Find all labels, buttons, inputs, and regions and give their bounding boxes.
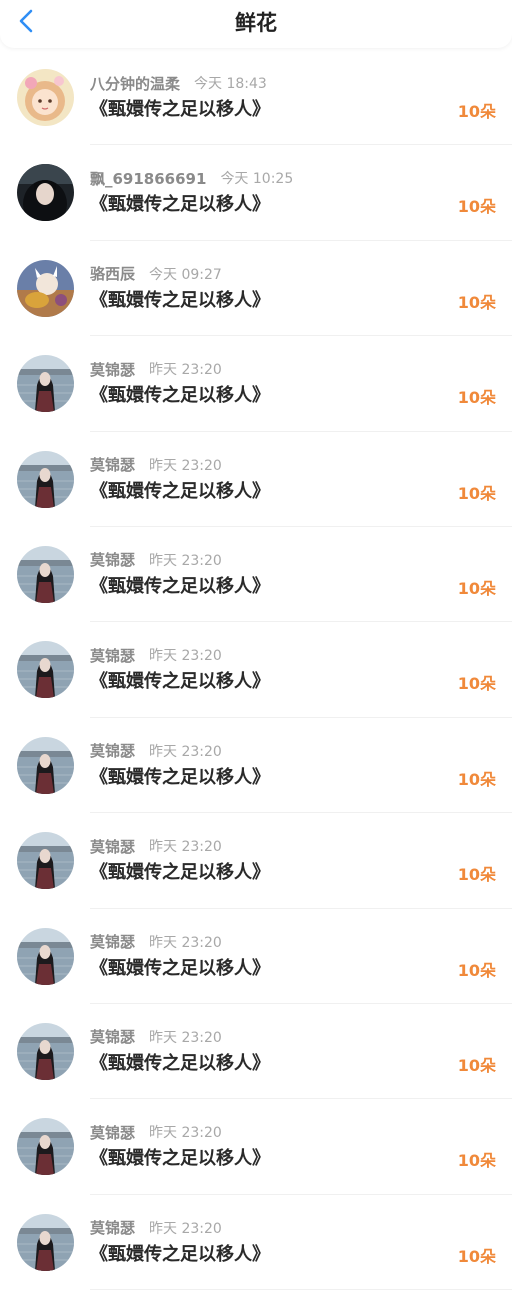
book-title: 《甄嬛传之足以移人》: [90, 289, 270, 311]
flower-count: 10朵: [457, 960, 496, 980]
item-meta: 飘_691866691 今天 10:25: [90, 167, 293, 189]
flower-count: 10朵: [457, 197, 496, 217]
user-name[interactable]: 莫锦瑟: [90, 454, 135, 475]
user-name[interactable]: 莫锦瑟: [90, 931, 135, 952]
user-name[interactable]: 莫锦瑟: [90, 1217, 135, 1238]
avatar[interactable]: [17, 927, 74, 985]
book-title: 《甄嬛传之足以移人》: [90, 1052, 270, 1074]
list-item[interactable]: 莫锦瑟 昨天 23:20 《甄嬛传之足以移人》 10朵: [0, 527, 512, 623]
flower-count: 10朵: [457, 674, 496, 694]
user-name[interactable]: 莫锦瑟: [90, 645, 135, 666]
list-item[interactable]: 莫锦瑟 昨天 23:20 《甄嬛传之足以移人》 10朵: [0, 622, 512, 718]
avatar[interactable]: [17, 164, 74, 222]
timestamp: 昨天 23:20: [149, 1029, 222, 1046]
book-title: 《甄嬛传之足以移人》: [90, 194, 270, 216]
list-item[interactable]: 莫锦瑟 昨天 23:20 《甄嬛传之足以移人》 10朵: [0, 432, 512, 527]
flower-gift-list[interactable]: 八分钟的温柔 今天 18:43 《甄嬛传之足以移人》 10朵 飘_691866691 今天…: [0, 50, 512, 1290]
timestamp: 昨天 23:20: [149, 552, 222, 569]
timestamp: 今天 18:43: [194, 76, 267, 92]
flower-count: 10朵: [457, 102, 496, 121]
user-name[interactable]: 莫锦瑟: [90, 1122, 135, 1143]
list-item[interactable]: 莫锦瑟 昨天 23:20 《甄嬛传之足以移人》 10朵: [0, 1004, 512, 1100]
timestamp: 昨天 23:20: [149, 457, 222, 474]
book-title: 《甄嬛传之足以移人》: [90, 671, 270, 693]
book-title: 《甄嬛传之足以移人》: [90, 957, 270, 979]
avatar[interactable]: [17, 1022, 74, 1080]
timestamp: 昨天 23:20: [149, 839, 222, 856]
item-meta: 莫锦瑟 昨天 23:20: [90, 931, 222, 953]
item-meta: 莫锦瑟 昨天 23:20: [90, 358, 222, 380]
book-title: 《甄嬛传之足以移人》: [90, 385, 270, 407]
item-meta: 莫锦瑟 昨天 23:20: [90, 454, 222, 476]
flower-count: 10朵: [457, 483, 496, 503]
avatar[interactable]: [17, 545, 74, 603]
timestamp: 昨天 23:20: [149, 934, 222, 951]
timestamp: 今天 10:25: [220, 171, 294, 188]
avatar[interactable]: [17, 641, 74, 699]
list-item[interactable]: 莫锦瑟 昨天 23:20 《甄嬛传之足以移人》 10朵: [0, 718, 512, 814]
book-title: 《甄嬛传之足以移人》: [90, 1243, 270, 1265]
user-name[interactable]: 莫锦瑟: [90, 549, 135, 570]
avatar[interactable]: [17, 1118, 74, 1176]
book-title: 《甄嬛传之足以移人》: [90, 575, 270, 597]
item-meta: 莫锦瑟 昨天 23:20: [90, 644, 222, 666]
timestamp: 昨天 23:20: [149, 362, 222, 379]
user-name[interactable]: 骆西辰: [90, 263, 135, 284]
user-name[interactable]: 飘_691866691: [90, 168, 206, 189]
item-meta: 莫锦瑟 昨天 23:20: [90, 1217, 222, 1239]
avatar[interactable]: [17, 450, 74, 508]
list-item[interactable]: 莫锦瑟 昨天 23:20 《甄嬛传之足以移人》 10朵: [0, 909, 512, 1004]
user-name[interactable]: 莫锦瑟: [90, 836, 135, 857]
user-name[interactable]: 八分钟的温柔: [90, 73, 180, 94]
timestamp: 昨天 23:20: [149, 1220, 222, 1237]
list-item[interactable]: 莫锦瑟 昨天 23:20 《甄嬛传之足以移人》 10朵: [0, 813, 512, 909]
avatar[interactable]: [17, 1213, 74, 1271]
top-bar: 鲜花: [0, 0, 512, 48]
list-item[interactable]: 莫锦瑟 昨天 23:20 《甄嬛传之足以移人》 10朵: [0, 336, 512, 432]
item-meta: 莫锦瑟 昨天 23:20: [90, 740, 222, 762]
flower-count: 10朵: [457, 769, 496, 789]
item-meta: 八分钟的温柔 今天 18:43: [90, 72, 267, 94]
page-title: 鲜花: [235, 11, 277, 35]
book-title: 《甄嬛传之足以移人》: [90, 1148, 270, 1170]
timestamp: 昨天 23:20: [149, 648, 222, 665]
item-meta: 莫锦瑟 昨天 23:20: [90, 835, 222, 857]
book-title: 《甄嬛传之足以移人》: [90, 766, 270, 788]
list-item[interactable]: 飘_691866691 今天 10:25 《甄嬛传之足以移人》 10朵: [0, 145, 512, 241]
flower-count: 10朵: [457, 1055, 496, 1075]
timestamp: 今天 09:27: [149, 266, 222, 283]
list-item[interactable]: 莫锦瑟 昨天 23:20 《甄嬛传之足以移人》 10朵: [0, 1099, 512, 1195]
user-name[interactable]: 莫锦瑟: [90, 359, 135, 380]
avatar[interactable]: [17, 355, 74, 413]
timestamp: 昨天 23:20: [149, 743, 222, 760]
book-title: 《甄嬛传之足以移人》: [90, 480, 270, 502]
book-title: 《甄嬛传之足以移人》: [90, 99, 270, 120]
book-title: 《甄嬛传之足以移人》: [90, 862, 270, 884]
avatar[interactable]: [17, 259, 74, 317]
flower-count: 10朵: [457, 578, 496, 598]
avatar[interactable]: [17, 736, 74, 794]
avatar[interactable]: [17, 832, 74, 890]
item-meta: 骆西辰 今天 09:27: [90, 263, 222, 285]
flower-count: 10朵: [457, 292, 496, 312]
flower-count: 10朵: [457, 388, 496, 408]
item-meta: 莫锦瑟 昨天 23:20: [90, 1026, 222, 1048]
flower-count: 10朵: [457, 1151, 496, 1171]
avatar[interactable]: [17, 69, 74, 126]
user-name[interactable]: 莫锦瑟: [90, 740, 135, 761]
item-meta: 莫锦瑟 昨天 23:20: [90, 549, 222, 571]
timestamp: 昨天 23:20: [149, 1125, 222, 1142]
list-item[interactable]: 八分钟的温柔 今天 18:43 《甄嬛传之足以移人》 10朵: [0, 50, 512, 146]
user-name[interactable]: 莫锦瑟: [90, 1026, 135, 1047]
flower-count: 10朵: [457, 1246, 496, 1266]
item-meta: 莫锦瑟 昨天 23:20: [90, 1121, 222, 1143]
list-item[interactable]: 骆西辰 今天 09:27 《甄嬛传之足以移人》 10朵: [0, 241, 512, 337]
list-item[interactable]: 莫锦瑟 昨天 23:20 《甄嬛传之足以移人》 10朵: [0, 1195, 512, 1290]
flower-count: 10朵: [457, 865, 496, 885]
